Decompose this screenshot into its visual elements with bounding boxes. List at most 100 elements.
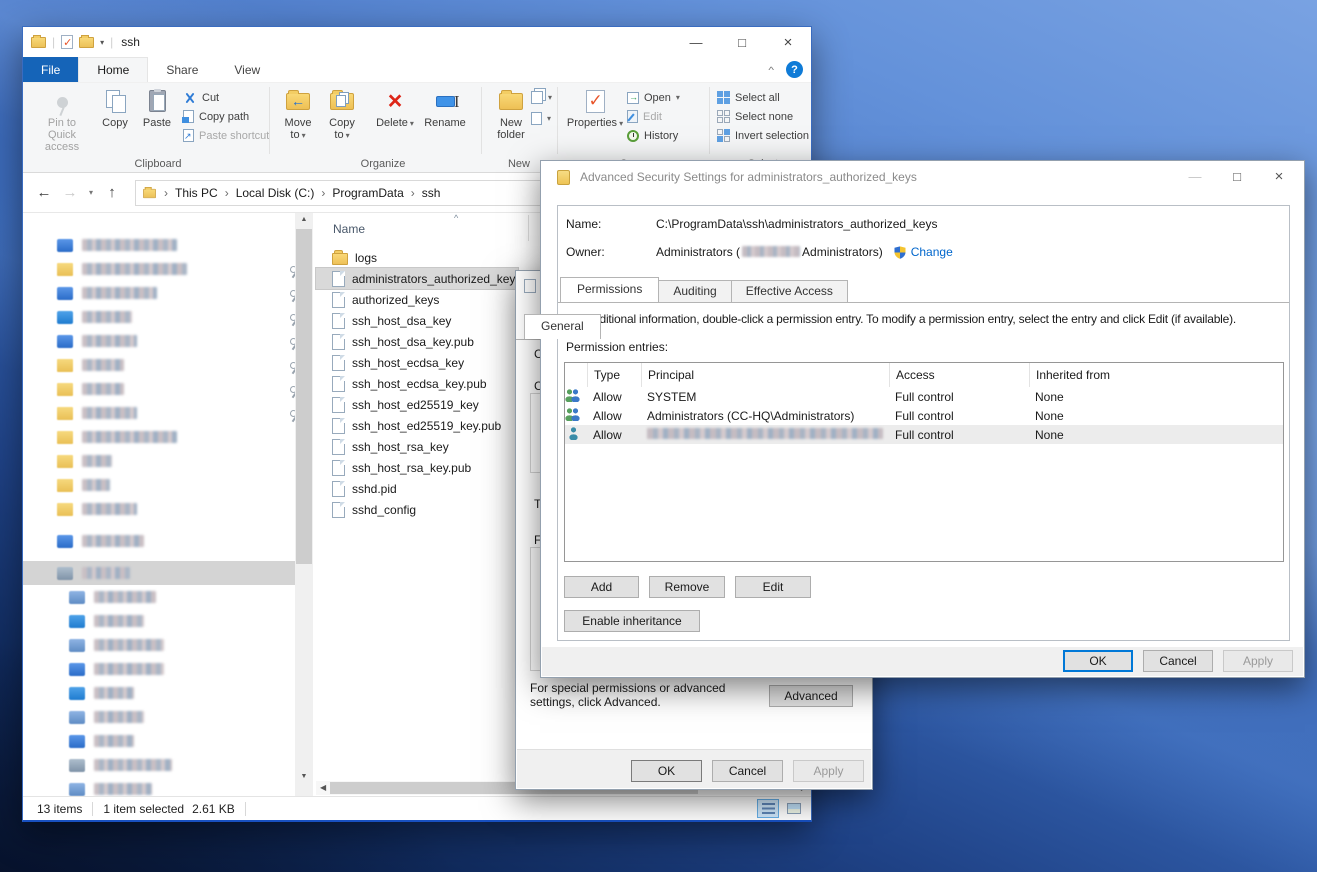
file-row[interactable]: administrators_authorized_keys — [316, 268, 518, 289]
details-view-button[interactable] — [757, 799, 779, 818]
sidebar-scrollbar[interactable]: ▲ ▼ — [295, 213, 313, 796]
tab-file[interactable]: File — [23, 57, 78, 82]
sidebar-item[interactable] — [23, 497, 313, 521]
sidebar-item[interactable] — [23, 777, 313, 796]
paste-shortcut-button[interactable]: Paste shortcut — [183, 127, 269, 144]
move-to-button[interactable]: Move to — [277, 87, 319, 142]
breadcrumb-segment[interactable]: › Local Disk (C:) — [218, 186, 315, 200]
sidebar-item[interactable] — [23, 425, 313, 449]
file-row[interactable]: ssh_host_dsa_key — [316, 310, 518, 331]
sidebar-item[interactable] — [23, 561, 313, 585]
paste-button[interactable]: Paste — [137, 87, 177, 129]
pin-to-quick-access-button[interactable]: Pin to Quick access — [33, 87, 91, 153]
breadcrumb-segment[interactable]: › This PC — [157, 186, 218, 200]
edit-button[interactable]: Edit — [627, 108, 662, 125]
sidebar-item[interactable] — [23, 377, 313, 401]
scrollbar-thumb[interactable] — [296, 229, 312, 564]
tab-permissions[interactable]: Permissions — [560, 277, 659, 302]
file-row[interactable]: ssh_host_ecdsa_key — [316, 352, 518, 373]
file-row[interactable]: ssh_host_rsa_key.pub — [316, 457, 518, 478]
properties-button[interactable]: Properties — [569, 87, 621, 130]
file-row[interactable]: ssh_host_ecdsa_key.pub — [316, 373, 518, 394]
remove-button[interactable]: Remove — [649, 576, 725, 598]
advanced-button[interactable]: Advanced — [769, 685, 853, 707]
invert-selection-button[interactable]: Invert selection — [717, 127, 809, 144]
tab-share[interactable]: Share — [148, 57, 216, 82]
permission-row[interactable]: Allow SYSTEM Full control None — [565, 387, 1283, 406]
sidebar-item[interactable] — [23, 657, 313, 681]
sidebar-item[interactable] — [23, 281, 313, 305]
sidebar-item[interactable] — [23, 729, 313, 753]
sidebar-item[interactable] — [23, 473, 313, 497]
file-row[interactable]: ssh_host_ed25519_key.pub — [316, 415, 518, 436]
select-none-button[interactable]: Select none — [717, 108, 793, 125]
sidebar-item[interactable] — [23, 753, 313, 777]
apply-button[interactable]: Apply — [793, 760, 864, 782]
tab-home[interactable]: Home — [78, 57, 148, 82]
qat-customize-icon[interactable]: ▾ — [100, 38, 104, 47]
tab-general[interactable]: General — [524, 314, 601, 339]
open-button[interactable]: Open▾ — [627, 89, 680, 106]
file-row[interactable]: ssh_host_ed25519_key — [316, 394, 518, 415]
new-folder-shortcut-icon[interactable] — [79, 37, 94, 48]
sidebar-item[interactable] — [23, 449, 313, 473]
cancel-button[interactable]: Cancel — [1143, 650, 1213, 672]
change-owner-link[interactable]: Change — [911, 245, 953, 259]
sidebar-item[interactable] — [23, 529, 313, 553]
file-row[interactable]: authorized_keys — [316, 289, 518, 310]
copy-to-button[interactable]: Copy to — [321, 87, 363, 142]
maximize-button[interactable]: □ — [719, 27, 765, 57]
sidebar-item[interactable] — [23, 401, 313, 425]
properties-shortcut-icon[interactable] — [61, 35, 73, 49]
file-row[interactable]: ssh_host_rsa_key — [316, 436, 518, 457]
up-icon[interactable]: ↑ — [99, 184, 125, 201]
thumbnail-view-button[interactable] — [783, 799, 805, 818]
tab-view[interactable]: View — [216, 57, 278, 82]
history-button[interactable]: History — [627, 127, 678, 144]
apply-button[interactable]: Apply — [1223, 650, 1293, 672]
new-folder-button[interactable]: New folder — [489, 87, 533, 141]
column-divider[interactable] — [528, 215, 529, 241]
column-type[interactable]: Type — [587, 363, 641, 387]
column-inherited-from[interactable]: Inherited from — [1029, 363, 1283, 387]
close-button[interactable]: × — [1258, 161, 1300, 191]
permission-row[interactable]: Allow Full control None — [565, 425, 1283, 444]
sidebar-item[interactable] — [23, 233, 313, 257]
enable-inheritance-button[interactable]: Enable inheritance — [564, 610, 700, 632]
minimize-button[interactable]: — — [673, 27, 719, 57]
forward-icon[interactable]: → — [57, 184, 83, 201]
help-icon[interactable]: ? — [786, 61, 803, 78]
delete-button[interactable]: × Delete — [373, 87, 417, 130]
tab-auditing[interactable]: Auditing — [658, 280, 731, 302]
column-principal[interactable]: Principal — [641, 363, 889, 387]
rename-button[interactable]: Rename — [421, 87, 469, 129]
minimize-button[interactable]: — — [1174, 161, 1216, 191]
file-row[interactable]: sshd.pid — [316, 478, 518, 499]
recent-locations-icon[interactable]: ▾ — [83, 188, 99, 197]
column-access[interactable]: Access — [889, 363, 1029, 387]
add-button[interactable]: Add — [564, 576, 639, 598]
close-button[interactable]: × — [765, 27, 811, 57]
sidebar-item[interactable] — [23, 329, 313, 353]
sidebar-item[interactable] — [23, 257, 313, 281]
copy-path-button[interactable]: Copy path — [183, 108, 249, 125]
sidebar-item[interactable] — [23, 305, 313, 329]
permission-row[interactable]: Allow Administrators (CC-HQ\Administrato… — [565, 406, 1283, 425]
ok-button[interactable]: OK — [631, 760, 702, 782]
edit-button[interactable]: Edit — [735, 576, 811, 598]
minimize-ribbon-icon[interactable]: ^ — [768, 64, 774, 75]
file-row[interactable]: sshd_config — [316, 499, 518, 520]
sidebar-item[interactable] — [23, 705, 313, 729]
new-item-button[interactable]: ▾ — [531, 110, 551, 127]
back-icon[interactable]: ← — [31, 184, 57, 201]
ok-button[interactable]: OK — [1063, 650, 1133, 672]
file-row[interactable]: logs — [316, 247, 518, 268]
scroll-up-icon[interactable]: ▲ — [295, 216, 313, 223]
address-bar[interactable]: › This PC › Local Disk (C:) › ProgramDat… — [135, 180, 543, 206]
copy-button[interactable]: Copy — [95, 87, 135, 129]
sidebar-item[interactable] — [23, 633, 313, 657]
sidebar-item[interactable] — [23, 609, 313, 633]
maximize-button[interactable]: □ — [1216, 161, 1258, 191]
scroll-down-icon[interactable]: ▼ — [295, 773, 313, 780]
cancel-button[interactable]: Cancel — [712, 760, 783, 782]
